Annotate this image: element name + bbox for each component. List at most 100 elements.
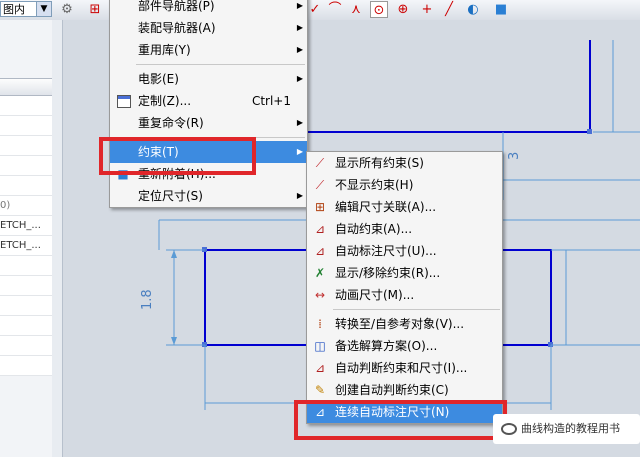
menu-item-infer-constraints-dimensions[interactable]: ⊿ 自动判断约束和尺寸(I)... bbox=[307, 357, 502, 379]
menu-item-label: 自动标注尺寸(U)... bbox=[335, 244, 437, 258]
selection-filter-value: 图内 bbox=[3, 3, 25, 16]
menu-item-movie[interactable]: 电影(E) ▶ bbox=[110, 68, 307, 90]
watermark: 曲线构造的教程用书 bbox=[493, 414, 640, 444]
list-item[interactable] bbox=[0, 336, 52, 356]
infer-constraints-dimensions-icon: ⊿ bbox=[314, 361, 326, 375]
menu-item-reuse-library[interactable]: 重用库(Y) ▶ bbox=[110, 39, 307, 61]
menu-item-label: 不显示约束(H) bbox=[335, 178, 414, 192]
dimension-label: 3 bbox=[507, 152, 522, 160]
menu-item-label: 自动判断约束和尺寸(I)... bbox=[335, 361, 468, 375]
line-icon[interactable]: ╱ bbox=[440, 1, 458, 18]
menu-item-show-remove-constraints[interactable]: ✗ 显示/移除约束(R)... bbox=[307, 262, 502, 284]
list-item[interactable] bbox=[0, 156, 52, 176]
submenu-arrow-icon: ▶ bbox=[296, 1, 303, 10]
menu-item-animate-dimension[interactable]: ↔ 动画尺寸(M)... bbox=[307, 284, 502, 306]
show-remove-constraints-icon: ✗ bbox=[314, 266, 326, 280]
watermark-text: 曲线构造的教程用书 bbox=[521, 422, 620, 435]
menu-item-label: 重复命令(R) bbox=[138, 116, 204, 130]
shade-icon[interactable]: ◐ bbox=[464, 1, 482, 18]
watermark-logo bbox=[501, 423, 517, 435]
panel-splitter[interactable] bbox=[52, 20, 63, 457]
circle-target-icon[interactable]: ⊕ bbox=[394, 1, 412, 18]
menu-item-label: 显示所有约束(S) bbox=[335, 156, 424, 170]
submenu-arrow-icon: ▶ bbox=[296, 147, 303, 156]
menu-item-label: 备选解算方案(O)... bbox=[335, 339, 438, 353]
dimension-arrow bbox=[171, 250, 177, 258]
submenu-arrow-icon: ▶ bbox=[296, 191, 303, 200]
navigator-list: 0) ETCH_... ETCH_... bbox=[0, 96, 52, 376]
selection-filter-dropdown[interactable]: 图内 ▼ bbox=[0, 1, 52, 17]
plus-icon[interactable]: + bbox=[418, 1, 436, 18]
menu-item-positioning-dimension[interactable]: 定位尺寸(S) ▶ bbox=[110, 185, 307, 207]
list-item[interactable] bbox=[0, 276, 52, 296]
sketch-vertex bbox=[587, 129, 592, 134]
snap-point-icon[interactable]: ⊞ bbox=[86, 1, 104, 18]
menu-item-label: 创建自动判断约束(C) bbox=[335, 383, 449, 397]
curve-icon[interactable]: ⌒ bbox=[326, 1, 344, 18]
animate-dimension-icon: ↔ bbox=[314, 288, 326, 302]
chevron-down-icon[interactable]: ▼ bbox=[36, 2, 51, 16]
menu-item-label: 装配导航器(A) bbox=[138, 21, 216, 35]
menu-item-edit-dimension-association[interactable]: ⊞ 编辑尺寸关联(A)... bbox=[307, 196, 502, 218]
menu-item-label: 定制(Z)... bbox=[138, 94, 192, 108]
menu-item-label: 定位尺寸(S) bbox=[138, 189, 203, 203]
top-toolbar: 图内 ▼ ⚙ ⊞ ✓ ⌒ ⋏ ⊙ ⊕ + ╱ ◐ ■ bbox=[0, 0, 640, 21]
list-item[interactable] bbox=[0, 96, 52, 116]
menu-item-show-all-constraints[interactable]: ⟋ 显示所有约束(S) bbox=[307, 152, 502, 174]
menu-item-label: 电影(E) bbox=[138, 72, 179, 86]
dimension-label: 1.8 bbox=[140, 289, 155, 310]
arc-icon[interactable]: ⋏ bbox=[347, 1, 365, 18]
cube-icon[interactable]: ■ bbox=[492, 1, 510, 18]
create-inferred-constraints-icon: ✎ bbox=[314, 383, 326, 397]
highlight-constraint-menu bbox=[99, 137, 256, 175]
menu-item-assembly-navigator[interactable]: 装配导航器(A) ▶ bbox=[110, 17, 307, 39]
list-item[interactable] bbox=[0, 136, 52, 156]
menu-item-label: 自动约束(A)... bbox=[335, 222, 413, 236]
menu-separator bbox=[333, 309, 500, 310]
tools-menu: 部件导航器(P) ▶ 装配导航器(A) ▶ 重用库(Y) ▶ 电影(E) ▶ 定… bbox=[109, 0, 308, 208]
hide-constraints-icon: ⟋ bbox=[315, 178, 325, 192]
view-icon[interactable]: ⚙ bbox=[58, 1, 76, 18]
auto-constrain-icon: ⊿ bbox=[314, 222, 326, 236]
menu-item-label: 动画尺寸(M)... bbox=[335, 288, 415, 302]
menu-item-alternate-solution[interactable]: ◫ 备选解算方案(O)... bbox=[307, 335, 502, 357]
menu-item-accelerator: Ctrl+1 bbox=[251, 94, 291, 108]
convert-reference-icon: ⁞ bbox=[318, 317, 322, 331]
constraint-icon[interactable]: ✓ bbox=[306, 1, 324, 18]
menu-item-hide-constraints[interactable]: ⟋ 不显示约束(H) bbox=[307, 174, 502, 196]
show-all-constraints-icon: ⟋ bbox=[315, 156, 325, 170]
menu-item-customize[interactable]: 定制(Z)... Ctrl+1 bbox=[110, 90, 307, 112]
edit-dimension-association-icon: ⊞ bbox=[314, 200, 326, 214]
menu-item-label: 重用库(Y) bbox=[138, 43, 191, 57]
list-item[interactable] bbox=[0, 356, 52, 376]
menu-item-part-navigator[interactable]: 部件导航器(P) ▶ bbox=[110, 0, 307, 17]
list-item[interactable] bbox=[0, 116, 52, 136]
menu-separator bbox=[136, 64, 305, 65]
part-navigator-panel: 0) ETCH_... ETCH_... bbox=[0, 20, 53, 457]
submenu-arrow-icon: ▶ bbox=[296, 74, 303, 83]
list-item[interactable] bbox=[0, 316, 52, 336]
highlight-continuous-auto-dimension bbox=[294, 400, 507, 440]
list-item[interactable]: 0) bbox=[0, 196, 52, 216]
menu-item-auto-constrain[interactable]: ⊿ 自动约束(A)... bbox=[307, 218, 502, 240]
navigator-header bbox=[0, 78, 52, 96]
alternate-solution-icon: ◫ bbox=[314, 339, 326, 353]
circle-icon[interactable]: ⊙ bbox=[370, 1, 388, 18]
menu-item-repeat-command[interactable]: 重复命令(R) ▶ bbox=[110, 112, 307, 134]
list-item[interactable] bbox=[0, 176, 52, 196]
submenu-arrow-icon: ▶ bbox=[296, 118, 303, 127]
submenu-arrow-icon: ▶ bbox=[296, 23, 303, 32]
menu-item-convert-reference[interactable]: ⁞ 转换至/自参考对象(V)... bbox=[307, 313, 502, 335]
list-item[interactable] bbox=[0, 256, 52, 276]
list-item[interactable] bbox=[0, 296, 52, 316]
dimension-arrow bbox=[171, 337, 177, 345]
menu-item-label: 显示/移除约束(R)... bbox=[335, 266, 441, 280]
menu-item-label: 编辑尺寸关联(A)... bbox=[335, 200, 437, 214]
menu-item-auto-dimension[interactable]: ⊿ 自动标注尺寸(U)... bbox=[307, 240, 502, 262]
list-item[interactable]: ETCH_... bbox=[0, 216, 52, 236]
list-item[interactable]: ETCH_... bbox=[0, 236, 52, 256]
auto-dimension-icon: ⊿ bbox=[314, 244, 326, 258]
menu-item-label: 部件导航器(P) bbox=[138, 0, 215, 13]
customize-icon bbox=[117, 95, 131, 108]
menu-item-create-inferred-constraints[interactable]: ✎ 创建自动判断约束(C) bbox=[307, 379, 502, 401]
